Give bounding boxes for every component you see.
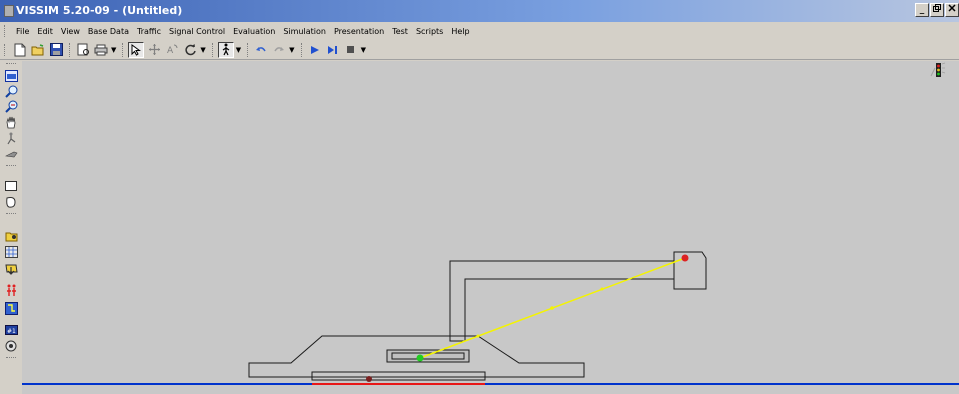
rotate-icon[interactable]: A (164, 42, 180, 58)
route-waypoint[interactable] (600, 287, 604, 291)
parking-area[interactable] (386, 349, 470, 363)
close-button[interactable] (945, 3, 959, 17)
select-arrow-icon[interactable] (128, 41, 145, 58)
minimize-button[interactable]: _ (915, 3, 929, 17)
left-toolbar-separator (6, 165, 16, 167)
print-icon[interactable] (93, 42, 109, 58)
pedestrian-icon[interactable] (217, 41, 234, 58)
counter-tool-icon[interactable]: #1 (4, 323, 18, 337)
route-end-point[interactable] (681, 254, 689, 262)
pan-hand-icon[interactable] (4, 115, 18, 129)
route-waypoint[interactable] (550, 306, 554, 310)
move-icon[interactable] (146, 42, 162, 58)
window-controls: _ (915, 3, 959, 17)
new-file-icon[interactable] (12, 42, 28, 58)
left-toolbar-separator (6, 213, 16, 215)
grid-tool-icon[interactable] (4, 245, 18, 259)
close-icon (948, 4, 956, 12)
toolbar-grip[interactable] (4, 43, 8, 56)
stop-icon[interactable] (343, 42, 359, 58)
open-folder-icon[interactable] (30, 42, 46, 58)
route-start-point[interactable] (416, 354, 424, 362)
folder-tool-icon[interactable] (4, 229, 18, 243)
redo-dropdown-icon[interactable]: ▼ (289, 46, 294, 54)
redo-icon[interactable] (271, 42, 287, 58)
menu-scripts[interactable]: Scripts (412, 27, 447, 36)
menu-signal-control[interactable]: Signal Control (165, 27, 229, 36)
menu-test[interactable]: Test (388, 27, 412, 36)
rectangle-tool-icon[interactable] (4, 179, 18, 193)
toolbar-separator (247, 42, 250, 57)
vehicle-input-icon[interactable] (4, 261, 18, 275)
window-title: VISSIM 5.20-09 - (Untitled) (16, 4, 183, 17)
app-icon (4, 5, 14, 17)
print-dropdown-icon[interactable]: ▼ (111, 46, 116, 54)
print-preview-icon[interactable] (75, 42, 91, 58)
stop-dropdown-icon[interactable]: ▼ (361, 46, 366, 54)
zoom-out-icon[interactable] (4, 99, 18, 113)
network-view-icon[interactable] (4, 69, 18, 83)
menu-grip[interactable] (4, 25, 8, 37)
title-bar[interactable]: VISSIM 5.20-09 - (Untitled) _ (0, 0, 959, 22)
network-drawing[interactable] (22, 61, 959, 394)
save-icon[interactable] (48, 42, 64, 58)
link-tool-icon[interactable] (4, 131, 18, 145)
step-icon[interactable] (325, 42, 341, 58)
destination-node[interactable] (673, 251, 707, 290)
restore-icon (933, 4, 941, 12)
toolbar-separator (69, 42, 72, 57)
menu-presentation[interactable]: Presentation (330, 27, 388, 36)
left-toolbar-grip[interactable] (6, 63, 16, 65)
undo-icon[interactable] (253, 42, 269, 58)
svg-text:#1: #1 (7, 328, 16, 335)
left-toolbar-separator (6, 357, 16, 359)
maximize-button[interactable] (930, 3, 944, 17)
sensor-tool-icon[interactable] (4, 339, 18, 353)
menu-view[interactable]: View (57, 27, 84, 36)
toolbar-separator (211, 42, 215, 57)
menu-help[interactable]: Help (447, 27, 473, 36)
zoom-in-icon[interactable] (4, 84, 18, 98)
menu-base-data[interactable]: Base Data (84, 27, 133, 36)
menu-evaluation[interactable]: Evaluation (229, 27, 279, 36)
refresh-dropdown-icon[interactable]: ▼ (200, 46, 205, 54)
menu-edit[interactable]: Edit (33, 27, 57, 36)
route-waypoint[interactable] (476, 334, 480, 338)
area-tool-icon[interactable] (4, 195, 18, 209)
toolbar-separator (122, 42, 125, 57)
pedestrian-dropdown-icon[interactable]: ▼ (236, 46, 241, 54)
lower-link[interactable] (311, 371, 486, 381)
menu-bar: File Edit View Base Data Traffic Signal … (0, 22, 959, 40)
menu-file[interactable]: File (12, 27, 33, 36)
svg-text:A: A (167, 46, 174, 56)
menu-traffic[interactable]: Traffic (133, 27, 165, 36)
menu-simulation[interactable]: Simulation (279, 27, 330, 36)
connector-tool-icon[interactable] (4, 147, 18, 161)
left-toolbar: #1 (0, 61, 22, 394)
lower-link-marker[interactable] (366, 376, 372, 382)
toolbar-separator (300, 42, 304, 57)
pedestrian-tool-icon[interactable] (4, 283, 18, 297)
main-toolbar: ▼ A ▼ ▼ ▼ ▼ (0, 40, 959, 60)
vissim-window: VISSIM 5.20-09 - (Untitled) _ File Edit … (0, 0, 959, 394)
network-canvas[interactable] (22, 61, 959, 394)
upper-link[interactable] (449, 260, 675, 342)
refresh-icon[interactable] (182, 42, 198, 58)
routes-tool-icon[interactable] (4, 301, 18, 315)
play-icon[interactable] (307, 42, 323, 58)
